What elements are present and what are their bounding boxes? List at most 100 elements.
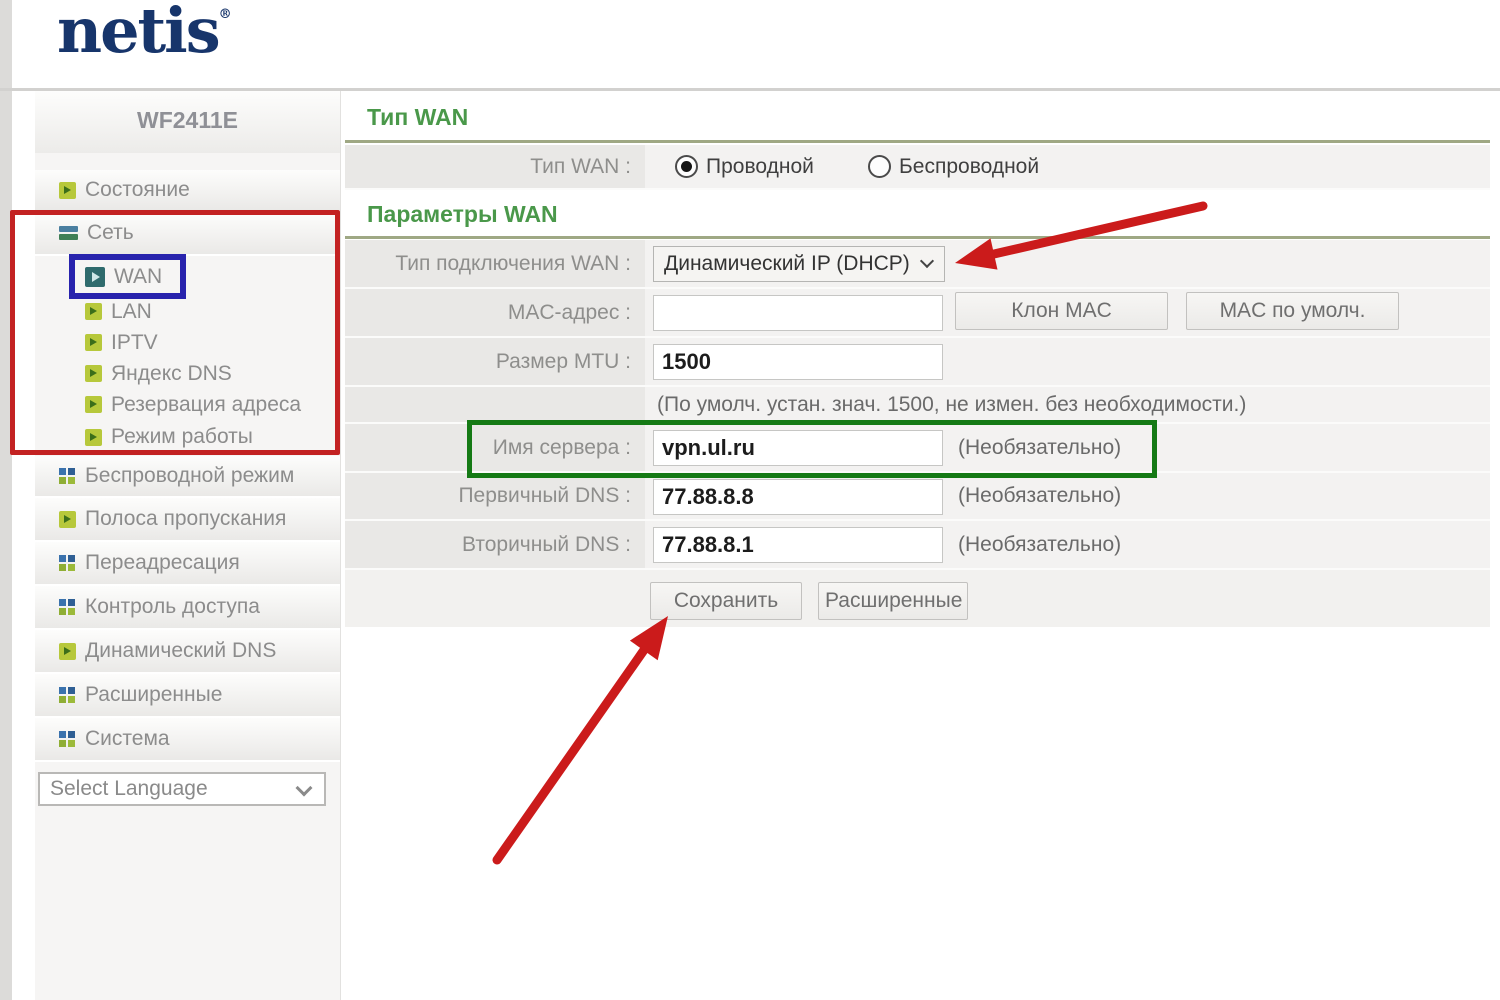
operation-mode-icon (85, 429, 102, 446)
server-name-label-cell: Имя сервера : (345, 424, 645, 473)
primary-dns-note: (Необязательно) (958, 473, 1121, 519)
mtu-note-cell: (По умолч. устан. знач. 1500, не измен. … (645, 387, 1490, 424)
sidebar-item-network[interactable]: Сеть (35, 212, 340, 256)
router-admin-page: netis® WF2411E Состояние Сеть WAN LAN IP… (0, 0, 1500, 1000)
secondary-dns-value-cell: (Необязательно) (645, 521, 1490, 570)
buttons-row: Сохранить Расширенные (345, 570, 1490, 627)
address-reservation-icon (85, 396, 102, 413)
secondary-dns-row: Вторичный DNS : (Необязательно) (345, 521, 1490, 570)
connection-type-label: Тип подключения WAN : (395, 240, 631, 287)
server-name-input[interactable] (653, 430, 943, 466)
mac-label: MAC-адрес : (508, 289, 631, 336)
sidebar-item-lan[interactable]: LAN (35, 296, 340, 327)
connection-type-row: Тип подключения WAN : Динамический IP (D… (345, 240, 1490, 289)
sidebar-item-wireless[interactable]: Беспроводной режим (35, 456, 340, 498)
mtu-note-label-cell (345, 387, 645, 424)
secondary-dns-label-cell: Вторичный DNS : (345, 521, 645, 570)
sidebar-item-iptv[interactable]: IPTV (35, 327, 340, 358)
sidebar-item-label: Система (85, 727, 170, 751)
radio-option-wired[interactable]: Проводной (675, 145, 814, 188)
wan-type-label-cell: Тип WAN : (345, 145, 645, 190)
radio-option-wireless[interactable]: Беспроводной (868, 145, 1039, 188)
network-group-icon (59, 225, 78, 241)
sidebar-item-address-reservation[interactable]: Резервация адреса (35, 389, 340, 420)
top-header: netis® (12, 0, 1500, 88)
secondary-dns-input[interactable] (653, 527, 943, 563)
wan-type-value-cell: Проводной Беспроводной (645, 145, 1490, 190)
server-name-value-cell: (Необязательно) (645, 424, 1490, 473)
sidebar-item-label: Полоса пропускания (85, 507, 286, 531)
sidebar-item-label: Контроль доступа (85, 595, 260, 619)
clone-mac-button[interactable]: Клон MAC (955, 292, 1168, 330)
mac-address-row: MAC-адрес : Клон MAC MAC по умолч. (345, 289, 1490, 338)
mtu-label-cell: Размер MTU : (345, 338, 645, 387)
sidebar-item-operation-mode[interactable]: Режим работы (35, 420, 340, 454)
wan-connection-type-select[interactable]: Динамический IP (DHCP) (653, 246, 945, 282)
annotation-arrow-to-save-button (497, 616, 668, 860)
primary-dns-label-cell: Первичный DNS : (345, 473, 645, 521)
server-name-row: Имя сервера : (Необязательно) (345, 424, 1490, 473)
section-rule (345, 140, 1490, 143)
sidebar-item-label: Режим работы (111, 425, 253, 449)
sidebar-item-label: Резервация адреса (111, 393, 301, 417)
mac-label-cell: MAC-адрес : (345, 289, 645, 338)
section-title-wan-type: Тип WAN (367, 104, 468, 131)
sidebar-item-status[interactable]: Состояние (35, 170, 340, 212)
wan-type-row: Тип WAN : Проводной Беспроводной (345, 145, 1490, 190)
sidebar-item-bandwidth[interactable]: Полоса пропускания (35, 498, 340, 542)
forwarding-icon (59, 555, 76, 572)
sidebar-item-label: LAN (111, 300, 152, 324)
sidebar-item-system[interactable]: Система (35, 718, 340, 762)
mac-value-cell: Клон MAC MAC по умолч. (645, 289, 1490, 338)
server-name-label: Имя сервера : (493, 424, 631, 471)
secondary-dns-label: Вторичный DNS : (462, 521, 631, 568)
mtu-row: Размер MTU : (345, 338, 1490, 387)
radio-selected-icon[interactable] (675, 155, 698, 178)
mtu-note: (По умолч. устан. знач. 1500, не измен. … (657, 387, 1246, 422)
sidebar-item-label: Яндекс DNS (111, 362, 232, 386)
dynamic-dns-icon (59, 643, 76, 660)
sidebar-item-label: Состояние (85, 178, 190, 202)
sidebar-item-label: Расширенные (85, 683, 222, 707)
mtu-value-cell (645, 338, 1490, 387)
mtu-input[interactable] (653, 344, 943, 380)
radio-unselected-icon[interactable] (868, 155, 891, 178)
bandwidth-icon (59, 511, 76, 528)
radio-label: Беспроводной (899, 155, 1039, 179)
mtu-label: Размер MTU : (496, 338, 631, 385)
primary-dns-label: Первичный DNS : (458, 473, 631, 519)
iptv-icon (85, 334, 102, 351)
left-edge-strip (0, 0, 12, 1000)
sidebar-item-forwarding[interactable]: Переадресация (35, 542, 340, 586)
primary-dns-value-cell: (Необязательно) (645, 473, 1490, 521)
default-mac-button[interactable]: MAC по умолч. (1186, 292, 1399, 330)
access-control-icon (59, 599, 76, 616)
wan-type-label: Тип WAN : (530, 145, 631, 188)
sidebar-item-advanced[interactable]: Расширенные (35, 674, 340, 718)
section-title-wan-params: Параметры WAN (367, 201, 558, 228)
mac-address-input[interactable] (653, 295, 943, 331)
server-name-note: (Необязательно) (958, 424, 1121, 471)
registered-mark: ® (219, 7, 232, 22)
sidebar-item-yandex-dns[interactable]: Яндекс DNS (35, 358, 340, 389)
wireless-icon (59, 468, 76, 485)
language-select[interactable]: Select Language (38, 772, 326, 806)
logo-text: netis (57, 0, 219, 67)
sidebar-item-label: Беспроводной режим (85, 464, 294, 488)
connection-type-label-cell: Тип подключения WAN : (345, 240, 645, 289)
netis-logo: netis® (57, 0, 232, 67)
save-button[interactable]: Сохранить (650, 582, 802, 620)
sidebar-item-wan[interactable]: WAN (35, 258, 340, 296)
sidebar-item-dynamic-dns[interactable]: Динамический DNS (35, 630, 340, 674)
primary-dns-input[interactable] (653, 479, 943, 515)
mtu-note-row: (По умолч. устан. знач. 1500, не измен. … (345, 387, 1490, 424)
sidebar-item-access-control[interactable]: Контроль доступа (35, 586, 340, 630)
advanced-button[interactable]: Расширенные (818, 582, 968, 620)
advanced-icon (59, 687, 76, 704)
system-icon (59, 731, 76, 748)
sidebar-item-label: IPTV (111, 331, 158, 355)
radio-label: Проводной (706, 155, 814, 179)
sidebar-item-label: WAN (114, 265, 162, 289)
wan-active-icon (85, 267, 105, 287)
status-icon (59, 182, 76, 199)
